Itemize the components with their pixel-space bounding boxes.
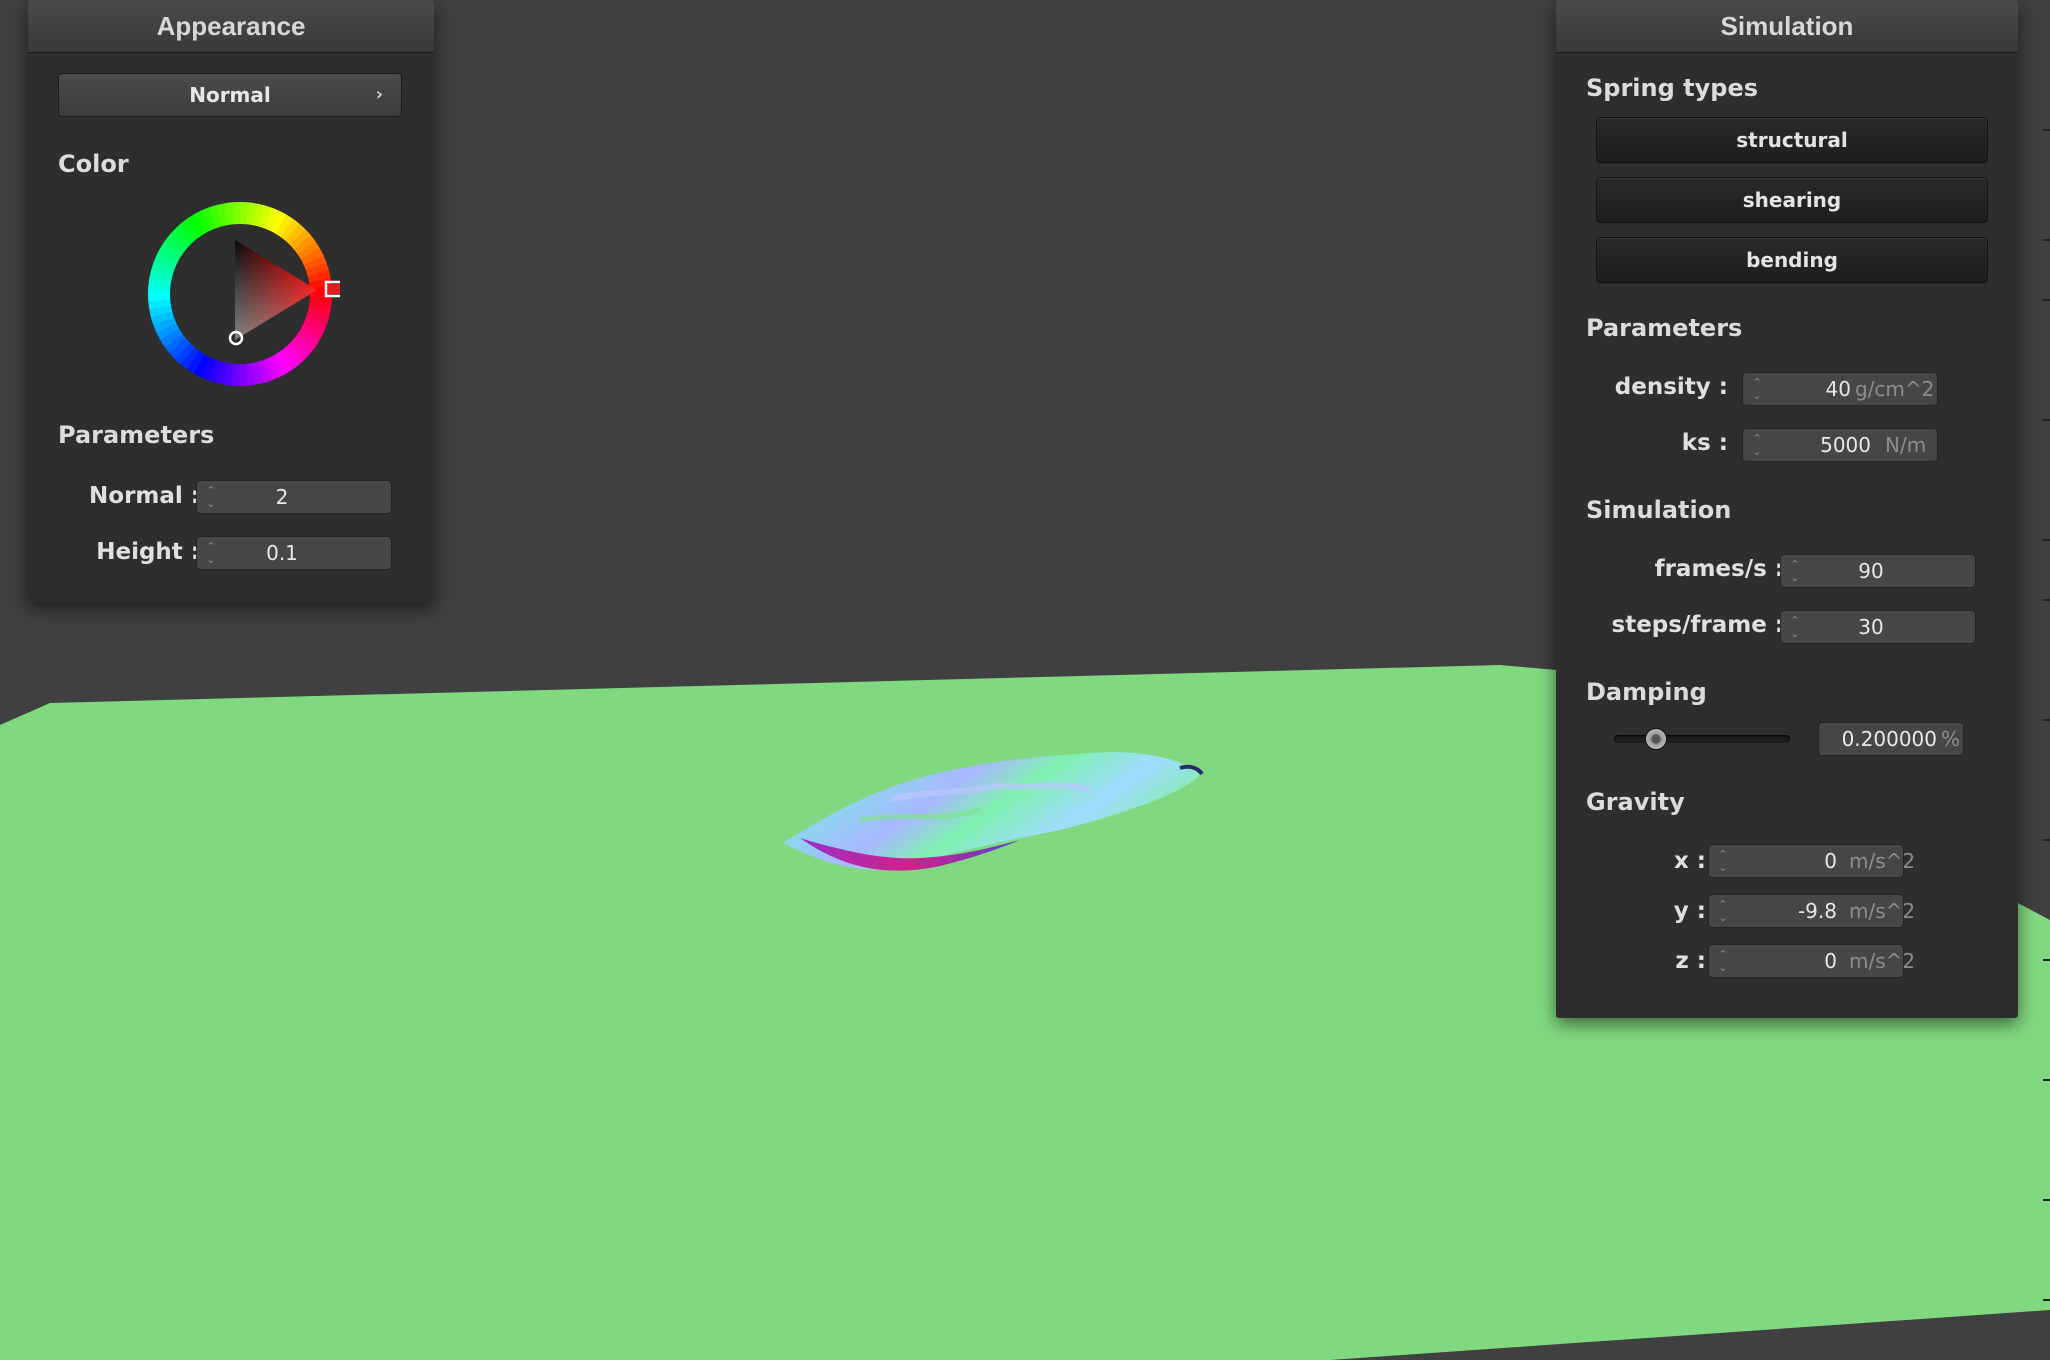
gravity-y-unit: m/s^2 [1849,899,1916,923]
spin-arrows-icon[interactable]: ⌃ ⌄ [1715,948,1731,976]
damping-value: 0.200000 [1841,727,1937,751]
gravity-z-label: z : [1675,948,1706,974]
color-heading: Color [58,150,129,178]
structural-button[interactable]: structural [1596,117,1988,163]
damping-slider-track [1614,735,1790,743]
damping-value-box[interactable]: 0.200000 % [1818,722,1964,756]
gravity-z-unit: m/s^2 [1849,949,1916,973]
spin-arrows-icon[interactable]: ⌃ ⌄ [1787,558,1803,586]
spin-arrows-icon[interactable]: ⌃ ⌄ [1749,432,1765,460]
gravity-x-unit: m/s^2 [1849,849,1916,873]
fps-spinbox[interactable]: ⌃ ⌄ 90 [1780,554,1976,588]
appearance-panel-title[interactable]: Appearance [28,0,434,53]
chevron-right-icon: › [375,84,383,105]
spin-arrows-icon[interactable]: ⌃ ⌄ [1715,848,1731,876]
shader-select[interactable]: Normal › [58,73,402,117]
simulation-sim-heading: Simulation [1586,496,1732,524]
gravity-x-value: 0 [1824,849,1837,873]
ks-unit: N/m [1885,433,1927,457]
damping-unit: % [1941,727,1961,751]
density-label: density : [1614,374,1728,400]
normal-value: 2 [275,485,289,509]
spin-arrows-icon[interactable]: ⌃ ⌄ [203,540,219,568]
bending-button[interactable]: bending [1596,237,1988,283]
gravity-y-spinbox[interactable]: ⌃ ⌄ -9.8 m/s^2 [1708,894,1915,928]
gravity-y-value: -9.8 [1797,899,1837,923]
color-wheel[interactable] [140,194,340,394]
spin-arrows-icon[interactable]: ⌃ ⌄ [1787,614,1803,642]
steps-spinbox[interactable]: ⌃ ⌄ 30 [1780,610,1976,644]
spin-arrows-icon[interactable]: ⌃ ⌄ [1749,376,1765,404]
ks-value: 5000 [1820,433,1871,457]
ks-spinbox[interactable]: ⌃ ⌄ 5000 N/m [1742,428,1938,462]
spin-arrows-icon[interactable]: ⌃ ⌄ [1715,898,1731,926]
shearing-button[interactable]: shearing [1596,177,1988,223]
shader-select-value: Normal [189,83,271,107]
hue-handle-fill [328,284,340,294]
simulation-params-heading: Parameters [1586,314,1743,342]
simulation-panel: Simulation Spring types structural shear… [1556,0,2018,1018]
density-unit: g/cm^2 [1855,377,1935,401]
density-value: 40 [1825,377,1851,401]
gravity-x-label: x : [1673,848,1706,874]
height-value: 0.1 [266,541,298,565]
fps-label: frames/s : [1654,556,1784,582]
ks-label: ks : [1681,430,1728,456]
spin-arrows-icon[interactable]: ⌃ ⌄ [203,484,219,512]
normal-label: Normal : [89,483,200,509]
appearance-params-heading: Parameters [58,421,215,449]
normal-spinbox[interactable]: ⌃ ⌄ 2 [196,480,392,514]
gravity-heading: Gravity [1586,788,1685,816]
damping-heading: Damping [1586,678,1707,706]
gravity-z-value: 0 [1824,949,1837,973]
fps-value: 90 [1858,559,1884,583]
appearance-panel: Appearance Normal › Color Parameters Nor… [28,0,434,602]
spring-types-heading: Spring types [1586,74,1759,102]
height-label: Height : [96,539,200,565]
damping-slider[interactable] [1614,728,1790,750]
simulation-panel-title[interactable]: Simulation [1556,0,2018,53]
density-spinbox[interactable]: ⌃ ⌄ 40 g/cm^2 [1742,372,1938,406]
damping-slider-knob[interactable] [1644,728,1667,750]
gravity-z-spinbox[interactable]: ⌃ ⌄ 0 m/s^2 [1708,944,1915,978]
steps-label: steps/frame : [1611,612,1784,638]
height-spinbox[interactable]: ⌃ ⌄ 0.1 [196,536,392,570]
gravity-x-spinbox[interactable]: ⌃ ⌄ 0 m/s^2 [1708,844,1915,878]
steps-value: 30 [1858,615,1884,639]
gravity-y-label: y : [1673,898,1706,924]
